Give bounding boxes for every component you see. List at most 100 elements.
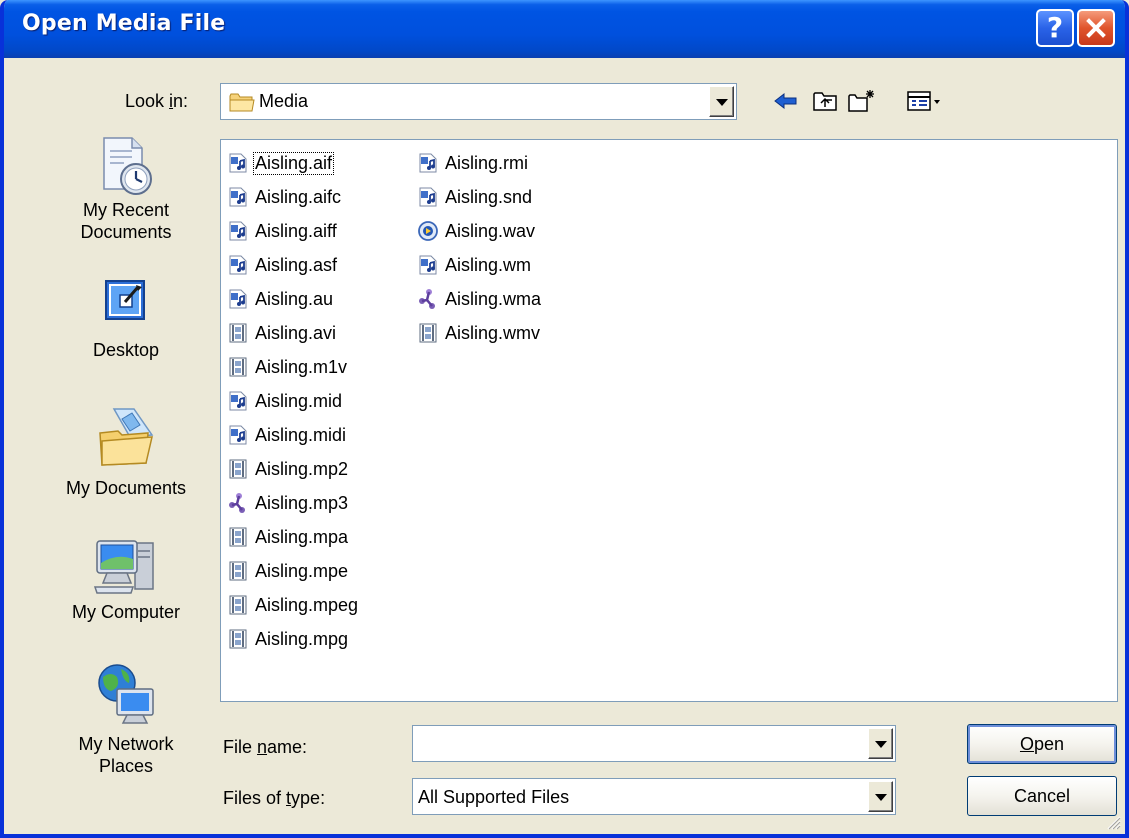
file-item[interactable]: Aisling.snd bbox=[417, 180, 542, 214]
wma-file-icon bbox=[227, 492, 249, 514]
file-type-label-pre: Files of bbox=[223, 788, 287, 808]
file-item[interactable]: Aisling.mpg bbox=[227, 622, 359, 656]
file-name-combo[interactable] bbox=[412, 725, 896, 762]
file-item-name: Aisling.snd bbox=[445, 186, 533, 207]
close-icon bbox=[1086, 18, 1106, 38]
video-file-icon bbox=[417, 322, 439, 344]
place-desktop[interactable]: Desktop bbox=[44, 275, 208, 361]
file-name-input[interactable] bbox=[415, 728, 855, 759]
file-item[interactable]: Aisling.mp3 bbox=[227, 486, 359, 520]
place-label-line1: My Documents bbox=[65, 478, 187, 498]
video-file-icon bbox=[227, 594, 249, 616]
video-file-icon bbox=[227, 628, 249, 650]
place-label-line1: My Recent bbox=[82, 200, 170, 220]
file-type-value: All Supported Files bbox=[418, 787, 570, 807]
wma-file-icon bbox=[417, 288, 439, 310]
file-item[interactable]: Aisling.mpa bbox=[227, 520, 359, 554]
file-item[interactable]: Aisling.m1v bbox=[227, 350, 359, 384]
file-item-name: Aisling.wmv bbox=[445, 322, 541, 343]
file-item[interactable]: Aisling.midi bbox=[227, 418, 359, 452]
file-item[interactable]: Aisling.wm bbox=[417, 248, 542, 282]
file-name-dropdown-button[interactable] bbox=[868, 728, 893, 759]
recent-documents-icon bbox=[103, 137, 152, 195]
file-item[interactable]: Aisling.mp2 bbox=[227, 452, 359, 486]
file-list[interactable]: Aisling.aif Aisling.aifc Aisling.aiff Aisli… bbox=[220, 139, 1118, 702]
my-documents-icon bbox=[99, 408, 154, 466]
look-in-dropdown-button[interactable] bbox=[709, 86, 734, 117]
look-in-value: Media bbox=[259, 91, 309, 111]
file-item[interactable]: Aisling.mpeg bbox=[227, 588, 359, 622]
audio-file-icon bbox=[417, 152, 439, 174]
audio-file-icon bbox=[227, 254, 249, 276]
file-column-2: Aisling.rmi Aisling.snd Aisling.wav Aisling… bbox=[417, 146, 542, 350]
place-label-line1: Desktop bbox=[92, 340, 160, 360]
file-item-name: Aisling.asf bbox=[255, 254, 338, 275]
file-item[interactable]: Aisling.au bbox=[227, 282, 359, 316]
network-places-icon bbox=[98, 664, 154, 724]
video-file-icon bbox=[227, 458, 249, 480]
folder-icon bbox=[229, 93, 255, 112]
file-item[interactable]: Aisling.aifc bbox=[227, 180, 359, 214]
video-file-icon bbox=[227, 560, 249, 582]
view-menu-icon[interactable] bbox=[904, 88, 944, 114]
title-bar[interactable]: Open Media File ? bbox=[4, 0, 1125, 58]
file-item-name: Aisling.mpg bbox=[255, 628, 349, 649]
place-label-line2: Documents bbox=[80, 222, 172, 242]
look-in-label-post: n: bbox=[173, 91, 189, 111]
file-item-name: Aisling.wma bbox=[445, 288, 542, 309]
file-item[interactable]: Aisling.wmv bbox=[417, 316, 542, 350]
file-item-name: Aisling.midi bbox=[255, 424, 347, 445]
file-column-1: Aisling.aif Aisling.aifc Aisling.aiff Aisli… bbox=[227, 146, 359, 656]
place-my-computer[interactable]: My Computer bbox=[44, 533, 208, 623]
close-button[interactable] bbox=[1077, 9, 1115, 47]
file-item[interactable]: Aisling.wma bbox=[417, 282, 542, 316]
open-button[interactable]: Open bbox=[967, 724, 1117, 764]
file-item-name: Aisling.rmi bbox=[445, 152, 529, 173]
file-item[interactable]: Aisling.avi bbox=[227, 316, 359, 350]
open-media-file-dialog: Open Media File ? Look in: Media My Rece… bbox=[0, 0, 1129, 838]
resize-grip-icon[interactable] bbox=[1105, 814, 1121, 830]
place-label-line2: Places bbox=[98, 756, 154, 776]
file-item[interactable]: Aisling.mid bbox=[227, 384, 359, 418]
file-type-select[interactable]: All Supported Files bbox=[412, 778, 896, 815]
place-my-network-places[interactable]: My Network Places bbox=[44, 661, 208, 777]
file-name-label-pre: File bbox=[223, 737, 258, 757]
desktop-icon bbox=[105, 280, 145, 320]
file-item[interactable]: Aisling.aiff bbox=[227, 214, 359, 248]
file-item[interactable]: Aisling.mpe bbox=[227, 554, 359, 588]
look-in-label: Look in: bbox=[125, 91, 188, 112]
audio-file-icon bbox=[227, 288, 249, 310]
up-folder-icon[interactable] bbox=[810, 88, 840, 114]
file-name-label-post: ame: bbox=[267, 737, 308, 757]
audio-file-icon bbox=[227, 424, 249, 446]
back-arrow-icon[interactable] bbox=[771, 88, 801, 114]
audio-file-icon bbox=[227, 186, 249, 208]
file-item-name: Aisling.mpa bbox=[255, 526, 349, 547]
file-item[interactable]: Aisling.rmi bbox=[417, 146, 542, 180]
help-button[interactable]: ? bbox=[1036, 9, 1074, 47]
cancel-button[interactable]: Cancel bbox=[967, 776, 1117, 816]
file-item-name: Aisling.mpeg bbox=[255, 594, 359, 615]
audio-file-icon bbox=[417, 186, 439, 208]
file-item[interactable]: Aisling.asf bbox=[227, 248, 359, 282]
open-button-rest: pen bbox=[1033, 734, 1065, 754]
open-button-key: O bbox=[1019, 734, 1034, 754]
file-item-name: Aisling.mp3 bbox=[255, 492, 349, 513]
file-item-name: Aisling.mpe bbox=[255, 560, 349, 581]
window-title: Open Media File bbox=[22, 11, 226, 36]
file-item[interactable]: Aisling.aif bbox=[227, 146, 359, 180]
file-name-label-key: n bbox=[257, 737, 268, 757]
file-item-name: Aisling.wav bbox=[445, 220, 536, 241]
help-icon: ? bbox=[1046, 11, 1064, 44]
place-my-documents[interactable]: My Documents bbox=[44, 405, 208, 499]
file-item-name: Aisling.aifc bbox=[255, 186, 342, 207]
place-my-recent-documents[interactable]: My Recent Documents bbox=[44, 135, 208, 243]
file-item-name: Aisling.avi bbox=[255, 322, 337, 343]
look-in-combo[interactable]: Media bbox=[220, 83, 737, 120]
place-label-line1: My Network bbox=[78, 734, 174, 754]
file-type-dropdown-button[interactable] bbox=[868, 781, 893, 812]
new-folder-icon[interactable] bbox=[847, 88, 877, 114]
video-file-icon bbox=[227, 322, 249, 344]
wav-file-icon bbox=[417, 220, 439, 242]
file-item[interactable]: Aisling.wav bbox=[417, 214, 542, 248]
